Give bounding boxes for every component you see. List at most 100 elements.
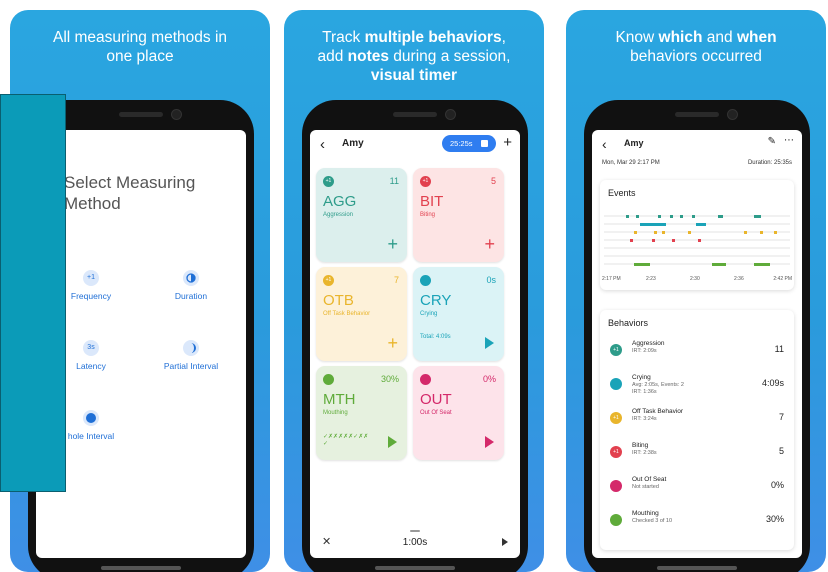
promo-panel-multiple-behaviors: Track multiple behaviors, add notes duri…	[284, 10, 544, 572]
behavior-count: 5	[490, 176, 496, 186]
behavior-row-biting[interactable]: +1 Biting IRT: 2:38s 5	[600, 440, 794, 470]
behavior-value: 7	[778, 412, 784, 422]
behavior-card-aggression[interactable]: +1 11 AGG Aggression +	[316, 168, 407, 262]
caption-line: visual timer	[370, 67, 458, 84]
behavior-name: Mouthing	[632, 510, 659, 517]
back-icon[interactable]: ‹	[320, 136, 325, 153]
behavior-value: 0%	[770, 480, 784, 490]
drag-handle[interactable]	[410, 530, 420, 532]
phone-frame: ‹ Amy 25:25s + +1 11 AGG Aggression + +1…	[302, 100, 528, 572]
interval-icon	[420, 374, 431, 385]
timer-bar: ✕ 1:00s	[310, 520, 520, 558]
phone-screen: ‹ Amy ✎ ⋯ Mon, Mar 29 2:17 PM Duration: …	[592, 130, 802, 558]
behavior-name: Aggression	[632, 340, 665, 347]
add-icon[interactable]: +	[387, 235, 398, 253]
behavior-card-biting[interactable]: +1 5 BIT Biting +	[413, 168, 504, 262]
behavior-value: 11	[774, 344, 784, 354]
more-icon[interactable]: ⋯	[784, 135, 794, 146]
caption: Know which and when behaviors occurred	[566, 28, 826, 66]
interval-timer: 1:00s	[402, 537, 428, 548]
session-duration: Duration: 25:35s	[747, 160, 792, 166]
behavior-name: Out Of Seat	[420, 410, 452, 416]
back-icon[interactable]: ‹	[602, 136, 607, 152]
add-icon[interactable]: +	[484, 235, 495, 253]
caption-line: All measuring methods in	[52, 29, 228, 46]
promo-panel-which-when: Know which and when behaviors occurred ‹…	[566, 10, 826, 572]
add-icon[interactable]: +	[503, 134, 512, 151]
behavior-abbr: OUT	[420, 391, 452, 408]
behaviors-card: Behaviors +1 Aggression IRT: 2:09s 11 Cr…	[600, 310, 794, 550]
behavior-row-crying[interactable]: Crying Avg: 2:05s, Events: 2 IRT: 1:36s 4…	[600, 372, 794, 402]
camera-icon	[727, 109, 738, 120]
behavior-name: Crying	[632, 374, 651, 381]
behavior-detail: Not started	[632, 484, 659, 490]
method-duration[interactable]: Duration	[146, 270, 236, 301]
title-line: Select Measuring	[64, 173, 196, 192]
behavior-abbr: OTB	[323, 292, 354, 309]
play-icon[interactable]	[485, 436, 494, 448]
behavior-abbr: AGG	[323, 193, 357, 210]
caption-line: Know which and when	[615, 29, 777, 46]
events-timeline	[604, 215, 790, 266]
behavior-count: 7	[393, 275, 399, 285]
behavior-detail: IRT: 2:38s	[632, 450, 657, 456]
behavior-card-mouthing[interactable]: 30% MTH Mouthing ✓✗✗✗✗✗✓✗✗ ✓	[316, 366, 407, 460]
phone-screen: Select Measuring Method +1 Frequency Dur…	[36, 130, 246, 558]
behavior-row-aggression[interactable]: +1 Aggression IRT: 2:09s 11	[600, 338, 794, 368]
behavior-abbr: CRY	[420, 292, 452, 309]
behavior-card-off-task[interactable]: +1 7 OTB Off Task Behavior +	[316, 267, 407, 361]
speaker-icon	[393, 112, 437, 117]
caption-line: behaviors occurred	[630, 48, 762, 65]
behavior-name: Biting	[420, 212, 436, 218]
caption-line: Track multiple behaviors,	[322, 29, 506, 46]
partial-interval-icon	[183, 340, 199, 356]
camera-icon	[171, 109, 182, 120]
behavior-name: Out Of Seat	[632, 476, 667, 483]
interval-icon	[610, 514, 622, 526]
behaviors-title: Behaviors	[608, 318, 649, 328]
behavior-detail: IRT: 2:09s	[632, 348, 657, 354]
user-name: Amy	[342, 138, 364, 149]
behavior-abbr: BIT	[420, 193, 444, 210]
behavior-name: Crying	[420, 311, 438, 317]
behavior-row-out-of-seat[interactable]: Out Of Seat Not started 0%	[600, 474, 794, 504]
frequency-icon: +1	[610, 344, 622, 356]
overlay-block	[0, 94, 66, 492]
behavior-card-out-of-seat[interactable]: 0% OUT Out Of Seat	[413, 366, 504, 460]
behavior-row-mouthing[interactable]: Mouthing Checked 3 of 10 30%	[600, 508, 794, 538]
behavior-card-crying[interactable]: 0s CRY Crying Total: 4:09s	[413, 267, 504, 361]
behavior-name: Biting	[632, 442, 649, 449]
home-indicator	[657, 566, 737, 570]
axis-tick: 2:23	[646, 276, 656, 282]
duration-icon	[610, 378, 622, 390]
behavior-row-off-task[interactable]: +1 Off Task Behavior IRT: 3:24s 7	[600, 406, 794, 436]
frequency-icon: +1	[610, 446, 622, 458]
method-partial-interval[interactable]: Partial Interval	[146, 340, 236, 371]
interval-checks: ✓✗✗✗✗✗✓✗✗ ✓	[323, 434, 369, 447]
behavior-name: Aggression	[323, 212, 354, 218]
title-line: Method	[64, 194, 121, 213]
behavior-value: 4:09s	[761, 378, 784, 388]
behavior-name: Off Task Behavior	[632, 408, 684, 415]
play-icon[interactable]	[502, 538, 508, 546]
behavior-count: 0%	[482, 374, 496, 384]
add-icon[interactable]: +	[387, 334, 398, 352]
frequency-icon: +1	[323, 275, 334, 286]
play-icon[interactable]	[388, 436, 397, 448]
caption-line: add notes during a session,	[317, 48, 511, 65]
page-title: Select Measuring Method	[64, 172, 195, 214]
session-timer-button[interactable]: 25:25s	[442, 135, 496, 152]
whole-interval-icon	[83, 410, 99, 426]
session-date: Mon, Mar 29 2:17 PM	[602, 160, 660, 166]
stop-icon	[481, 140, 488, 147]
play-icon[interactable]	[485, 337, 494, 349]
speaker-icon	[119, 112, 163, 117]
behavior-count: 30%	[380, 374, 399, 384]
caption: All measuring methods in one place	[10, 28, 270, 66]
edit-icon[interactable]: ✎	[768, 136, 776, 147]
axis-tick: 2:42 PM	[773, 276, 792, 282]
caption: Track multiple behaviors, add notes duri…	[284, 28, 544, 85]
behavior-count: 11	[389, 176, 399, 186]
speaker-icon	[675, 112, 719, 117]
behavior-count: 0s	[486, 275, 496, 285]
